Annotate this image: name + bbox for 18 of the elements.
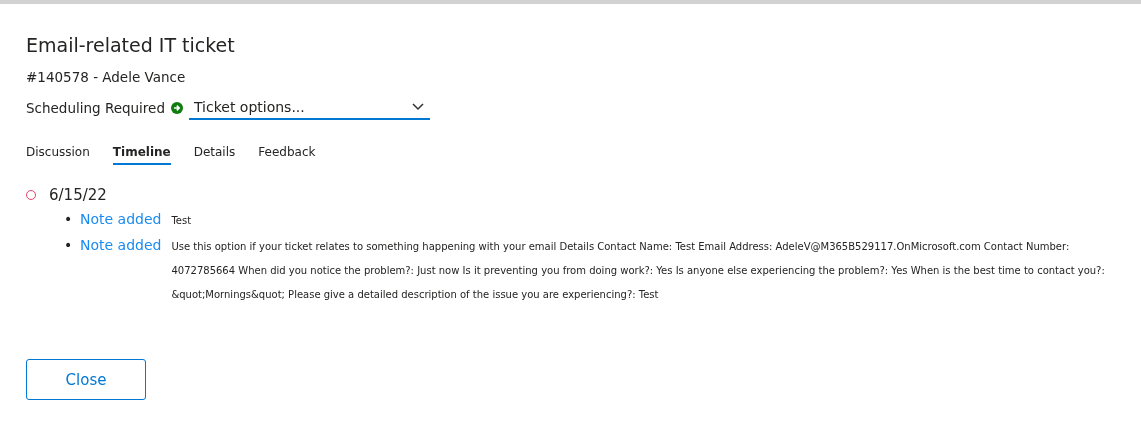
note-link[interactable]: Note added [80,207,162,231]
tab[interactable]: Timeline [112,145,171,165]
tab[interactable]: Feedback [258,145,316,165]
bullet: • [64,236,74,255]
tab[interactable]: Details [193,145,236,165]
note-text: Test [171,214,193,228]
bullet: • [64,210,74,229]
tab[interactable]: Discussion [26,145,90,165]
note-link[interactable]: Note added [80,233,162,257]
chevron-down-icon [412,103,424,111]
status-label: Scheduling Required [26,100,165,116]
note-text: Use this option if your ticket relates to something happening with your email Details Contact Name: Test Email Address: AdeleV@M365B529117.OnMicrosoft.com Contact Number: 4072785664 When did you notice the problem?: Just now Is it preventing you from doing work?: Yes Is anyone else experiencing the problem?: Yes When is the best time to contact you?: &quot;Mornings&quot; Please give a detailed description of the issue you are experiencing?: Test [171,240,1106,302]
ticket-number: #140578 - Adele Vance [26,68,187,86]
arrow-circle-icon [171,102,183,114]
close-button[interactable]: Close [26,359,146,400]
ticket-options-dropdown[interactable]: Ticket options... [189,96,430,120]
timeline-date: 6/15/22 [49,186,107,204]
ticket-title: Email-related IT ticket [26,33,236,58]
